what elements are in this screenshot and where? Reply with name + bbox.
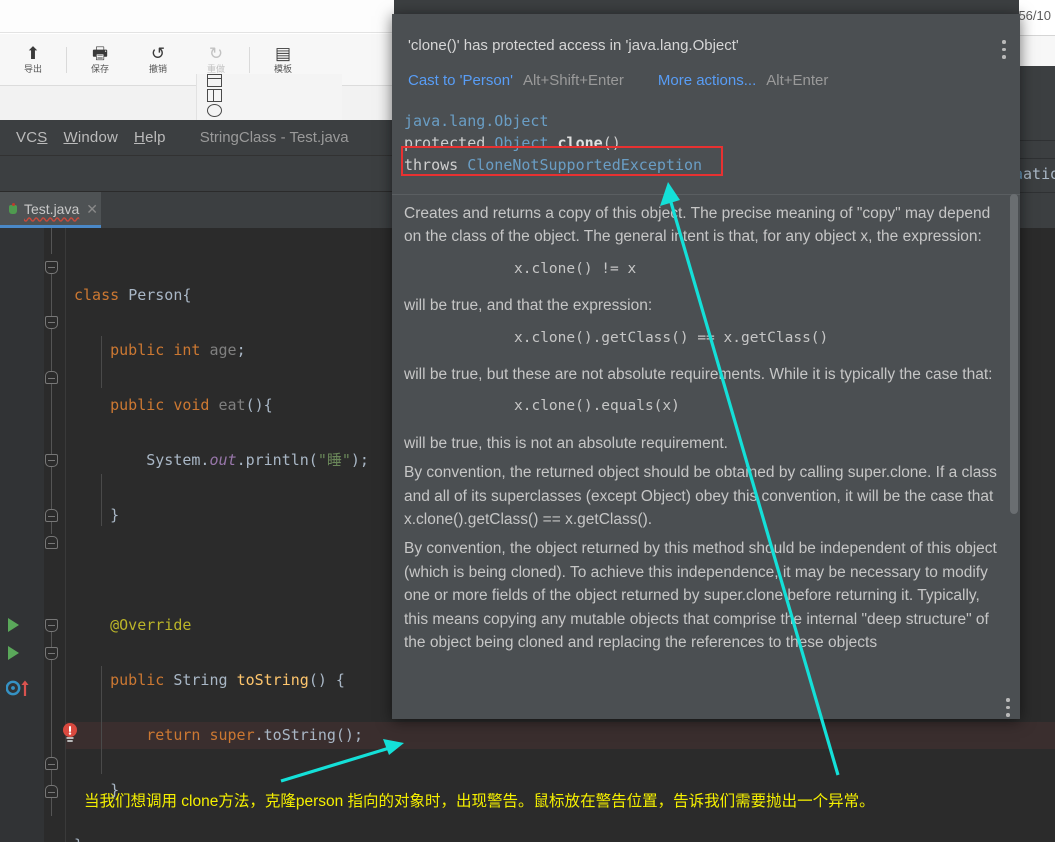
fold-marker-person-end[interactable] — [45, 536, 58, 549]
doc-paragraph-4: will be true, this is not an absolute re… — [404, 434, 728, 452]
intention-documentation-popup[interactable]: 'clone()' has protected access in 'java.… — [392, 14, 1020, 719]
redo-label: 重做 — [206, 64, 225, 74]
undo-icon: ↺ — [150, 44, 166, 63]
screenshot-root: public public sy ⬆ 导出 🖶 保存 ↺ 撤销 ↻ 重做 — [0, 0, 1055, 842]
capture-tool-strip: ⬆ 导出 🖶 保存 ↺ 撤销 ↻ 重做 ▤ 模板 — [0, 0, 394, 120]
inspection-message: 'clone()' has protected access in 'java.… — [408, 37, 739, 54]
layout-icon-group — [196, 74, 342, 120]
intention-actions: Cast to 'Person' Alt+Shift+Enter More ac… — [408, 72, 828, 89]
toolbar-divider — [66, 46, 67, 73]
fold-marker-main-end[interactable] — [45, 757, 58, 770]
more-actions-action[interactable]: More actions... — [658, 72, 756, 89]
more-actions-shortcut: Alt+Enter — [766, 72, 829, 89]
undo-label: 撤销 — [148, 64, 167, 74]
run-class-icon[interactable] — [8, 618, 19, 632]
fold-marker-tostring-end[interactable] — [45, 509, 58, 522]
undo-button[interactable]: ↺ 撤销 — [129, 36, 187, 84]
javadoc-options-kebab-icon[interactable] — [1006, 698, 1010, 717]
code-line-11: } — [66, 832, 1055, 842]
menu-bar: VCS Window Help StringClass - Test.java — [0, 120, 394, 156]
java-file-icon — [8, 202, 19, 215]
intention-header: 'clone()' has protected access in 'java.… — [392, 14, 1020, 98]
doc-paragraph-3: will be true, but these are not absolute… — [404, 366, 993, 384]
popup-options-kebab-icon[interactable] — [1002, 40, 1006, 59]
editor-right-partial-text: aation — [1014, 165, 1055, 183]
template-label: 模板 — [273, 64, 292, 74]
cast-to-person-action[interactable]: Cast to 'Person' — [408, 72, 513, 89]
doc-paragraph-2: will be true, and that the expression: — [404, 297, 653, 315]
capture-tool-top-row — [0, 0, 394, 33]
menu-item-help[interactable]: Help — [134, 129, 166, 146]
fold-marker-eat[interactable] — [45, 316, 58, 329]
export-button[interactable]: ⬆ 导出 — [4, 36, 62, 84]
doc-paragraph-6: By convention, the object returned by th… — [404, 540, 997, 652]
export-label: 导出 — [23, 64, 42, 74]
doc-paragraph-1: Creates and returns a copy of this objec… — [404, 205, 991, 246]
toolbar-divider-2 — [249, 46, 250, 73]
upload-icon: ⬆ — [25, 44, 41, 63]
code-line-9: return super.toString(); — [146, 725, 363, 744]
override-method-icon[interactable] — [6, 679, 32, 697]
editor-gutter — [0, 228, 44, 842]
javadoc-scrollbar[interactable] — [1010, 194, 1018, 514]
cast-to-person-shortcut: Alt+Shift+Enter — [522, 72, 624, 89]
fold-marker-eat-end[interactable] — [45, 371, 58, 384]
navigation-bar — [0, 156, 394, 192]
panel-split-icon[interactable] — [207, 89, 222, 102]
tab-test-java[interactable]: Test.java ✕ — [0, 192, 101, 228]
fold-marker-class-test[interactable] — [45, 619, 58, 632]
doc-code-2: x.clone().getClass() == x.getClass() — [514, 329, 829, 346]
tab-label: Test.java — [24, 200, 80, 217]
doc-code-3: x.clone().equals(x) — [514, 398, 680, 415]
fold-marker-test-end[interactable] — [45, 785, 58, 798]
save-icon: 🖶 — [91, 44, 109, 63]
panel-top-icon[interactable] — [207, 74, 222, 87]
close-icon[interactable]: ✕ — [86, 202, 98, 216]
menu-item-window[interactable]: Window — [63, 129, 118, 146]
fold-marker-main[interactable] — [45, 647, 58, 660]
capture-topright-white-2 — [1019, 36, 1055, 66]
panel-circle-icon[interactable] — [207, 104, 222, 117]
signature-divider — [392, 194, 1020, 195]
fold-line-person — [51, 274, 52, 534]
fold-marker-tostring[interactable] — [45, 454, 58, 467]
fold-marker-class-person[interactable] — [45, 261, 58, 274]
caret-position-indicator: 56/10 — [1018, 8, 1051, 23]
chinese-annotation-note: 当我们想调用 clone方法，克隆person 指向的对象时，出现警告。鼠标放在… — [84, 793, 875, 810]
fold-line-top — [51, 228, 52, 254]
signature-owner: java.lang.Object — [404, 112, 549, 130]
doc-paragraph-5: By convention, the returned object shoul… — [404, 464, 997, 529]
window-title: StringClass - Test.java — [199, 129, 349, 146]
red-highlight-box — [401, 146, 723, 176]
run-method-icon[interactable] — [8, 646, 19, 660]
doc-code-1: x.clone() != x — [514, 260, 637, 277]
save-label: 保存 — [90, 64, 109, 74]
javadoc-text: Creates and returns a copy of this objec… — [404, 202, 1000, 661]
save-button[interactable]: 🖶 保存 — [71, 36, 129, 84]
menu-item-vcs[interactable]: VCS — [16, 129, 47, 146]
template-icon: ▤ — [274, 44, 292, 63]
javadoc-body[interactable]: java.lang.Object protected Object clone(… — [392, 98, 1020, 719]
redo-icon: ↻ — [208, 44, 224, 63]
